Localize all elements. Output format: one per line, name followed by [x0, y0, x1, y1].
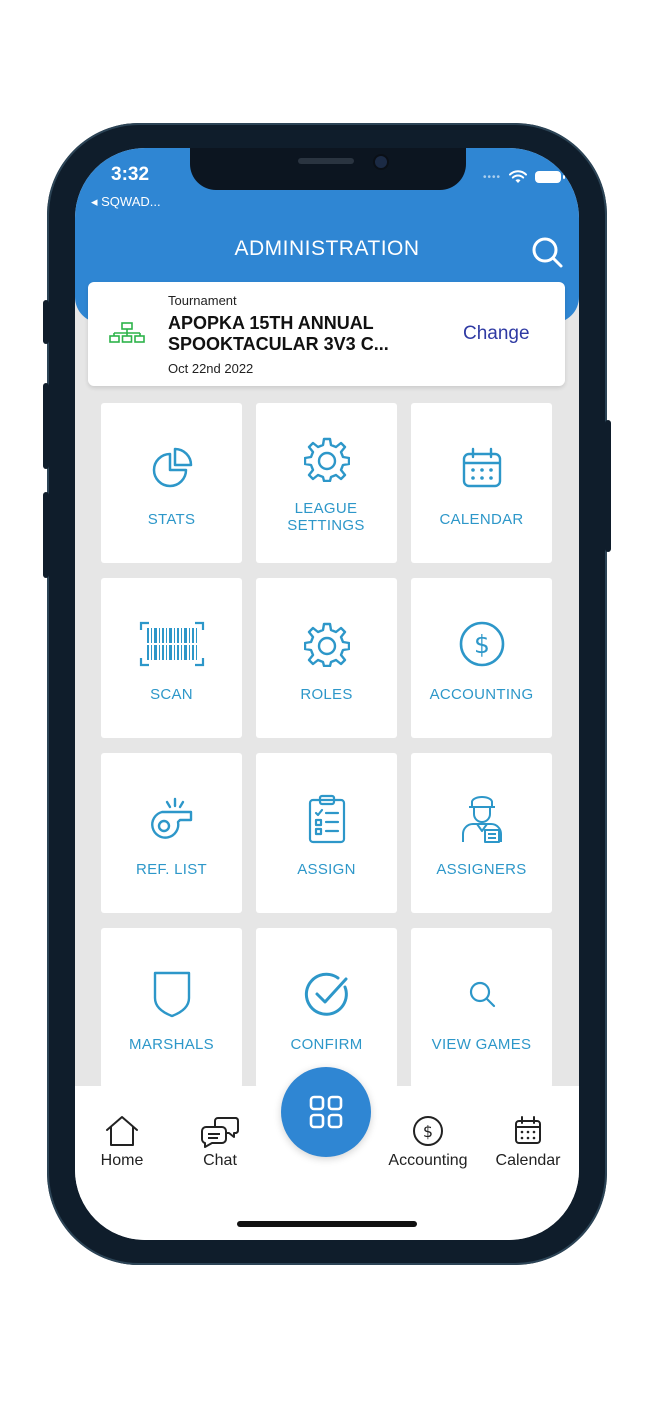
tab-home-label: Home — [100, 1152, 144, 1169]
tile-label: CALENDAR — [439, 511, 524, 528]
tab-accounting-label: Accounting — [388, 1152, 468, 1169]
grid-icon — [309, 1095, 343, 1129]
back-to-app-link[interactable]: ◂ SQWAD... — [91, 194, 161, 210]
barcode-icon — [139, 621, 204, 667]
tile-label: MARSHALS — [129, 1036, 214, 1053]
tile-accounting[interactable]: $ ACCOUNTING — [411, 578, 552, 738]
page-title: ADMINISTRATION — [234, 237, 420, 260]
tab-chat-label: Chat — [203, 1152, 237, 1169]
tab-home[interactable]: Home — [95, 1114, 149, 1170]
phone-volume-down — [43, 492, 49, 578]
search-icon[interactable] — [527, 232, 567, 272]
tile-assigners[interactable]: ASSIGNERS — [411, 753, 552, 913]
search-icon — [469, 981, 495, 1008]
front-camera — [373, 154, 389, 170]
wifi-icon — [509, 170, 527, 183]
tile-confirm[interactable]: CONFIRM — [256, 928, 397, 1088]
tile-label: ASSIGNERS — [436, 861, 527, 878]
svg-text:$: $ — [423, 1122, 433, 1141]
tile-league-settings[interactable]: LEAGUE SETTINGS — [256, 403, 397, 563]
tournament-name: APOPKA 15TH ANNUAL SPOOKTACULAR 3V3 C... — [168, 313, 389, 354]
phone-volume-up — [43, 383, 49, 469]
tile-label: ROLES — [300, 686, 353, 703]
tile-roles[interactable]: ROLES — [256, 578, 397, 738]
tile-marshals[interactable]: MARSHALS — [101, 928, 242, 1088]
chat-icon — [201, 1117, 239, 1148]
dollar-icon: $ — [459, 621, 504, 667]
phone-side-button — [43, 300, 49, 344]
check-circle-icon — [304, 972, 348, 1016]
whistle-icon — [150, 797, 192, 839]
tournament-date: Oct 22nd 2022 — [168, 361, 254, 376]
svg-text:$: $ — [474, 630, 490, 659]
tile-stats[interactable]: STATS — [101, 403, 242, 563]
signal-icon: •••• — [482, 171, 501, 183]
tab-accounting[interactable]: $ Accounting — [379, 1114, 477, 1170]
home-icon — [106, 1116, 138, 1146]
phone-power-button — [605, 420, 611, 552]
tile-calendar[interactable]: CALENDAR — [411, 403, 552, 563]
tile-label: ACCOUNTING — [429, 686, 534, 703]
shield-icon — [153, 971, 190, 1018]
tile-label: SCAN — [150, 686, 193, 703]
tile-scan[interactable]: SCAN — [101, 578, 242, 738]
official-icon — [461, 796, 502, 843]
gear-icon — [303, 437, 350, 482]
main-menu-button[interactable] — [281, 1067, 371, 1157]
tab-chat[interactable]: Chat — [193, 1114, 247, 1170]
app-screen: 3:32 ◂ SQWAD... •••• ADMINISTRATION Tour… — [75, 148, 579, 1240]
tab-calendar[interactable]: Calendar — [489, 1114, 567, 1170]
tile-label: VIEW GAMES — [431, 1036, 532, 1053]
tile-label: LEAGUE SETTINGS — [287, 500, 365, 534]
tile-view-games[interactable]: VIEW GAMES — [411, 928, 552, 1088]
tile-label: CONFIRM — [290, 1036, 363, 1053]
calendar-icon — [515, 1116, 541, 1144]
battery-icon — [535, 171, 565, 183]
dollar-icon: $ — [413, 1116, 443, 1146]
tile-label: STATS — [147, 511, 196, 528]
pie-chart-icon — [152, 447, 192, 488]
tournament-type-label: Tournament — [168, 293, 237, 308]
change-tournament-button[interactable]: Change — [463, 323, 530, 345]
tile-label: ASSIGN — [297, 861, 356, 878]
tournament-card: Tournament APOPKA 15TH ANNUAL SPOOKTACUL… — [88, 282, 565, 386]
home-indicator — [237, 1221, 417, 1227]
bracket-icon — [109, 322, 145, 343]
tile-label: REF. LIST — [135, 861, 208, 878]
status-time: 3:32 — [111, 164, 150, 185]
phone-notch — [190, 148, 466, 190]
gear-icon — [303, 622, 350, 667]
calendar-icon — [462, 447, 501, 488]
tab-calendar-label: Calendar — [495, 1152, 561, 1169]
tile-ref-list[interactable]: REF. LIST — [101, 753, 242, 913]
tile-assign[interactable]: ASSIGN — [256, 753, 397, 913]
clipboard-icon — [308, 794, 345, 844]
speaker-grille — [298, 158, 354, 164]
status-indicators: •••• — [482, 170, 565, 184]
